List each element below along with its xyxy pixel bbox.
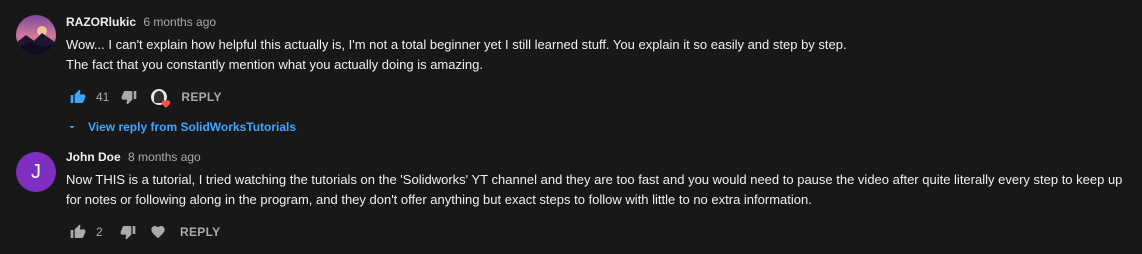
- comment-header: RAZORlukic 6 months ago: [66, 13, 1126, 31]
- heart-button[interactable]: [146, 220, 170, 244]
- like-count: 2: [96, 225, 103, 239]
- comment-actions: 2 REPLY: [66, 216, 1126, 248]
- comment-thread: RAZORlukic 6 months ago Wow... I can't e…: [16, 13, 1126, 135]
- like-button[interactable]: [66, 85, 90, 109]
- heart-icon: [151, 226, 165, 239]
- comment-timestamp[interactable]: 8 months ago: [128, 150, 201, 164]
- caret-down-icon: [69, 126, 75, 129]
- comment-timestamp[interactable]: 6 months ago: [143, 15, 216, 29]
- like-button[interactable]: [66, 220, 90, 244]
- view-replies-button[interactable]: View reply from SolidWorksTutorials: [66, 117, 1126, 137]
- comment-text-line: Wow... I can't explain how helpful this …: [66, 37, 847, 52]
- comment-text-line: The fact that you constantly mention wha…: [66, 57, 483, 72]
- comment-body: RAZORlukic 6 months ago Wow... I can't e…: [66, 13, 1126, 137]
- dislike-button[interactable]: [117, 85, 141, 109]
- comment-text-line: Now THIS is a tutorial, I tried watching…: [66, 172, 1123, 207]
- thumbs-up-icon: [70, 89, 86, 103]
- like-count: 41: [96, 90, 110, 104]
- comment-thread: J John Doe 8 months ago Now THIS is a tu…: [16, 148, 1126, 248]
- author-name[interactable]: John Doe: [66, 150, 121, 164]
- comment-text: Wow... I can't explain how helpful this …: [66, 35, 1126, 75]
- creator-heart-badge[interactable]: [147, 85, 171, 109]
- comment-text: Now THIS is a tutorial, I tried watching…: [66, 170, 1126, 210]
- view-replies-label: View reply from SolidWorksTutorials: [88, 120, 297, 134]
- reply-button[interactable]: REPLY: [180, 225, 220, 239]
- thumbs-up-icon: [70, 224, 86, 238]
- thumbs-down-icon: [120, 226, 136, 240]
- reply-button[interactable]: REPLY: [181, 90, 221, 104]
- comment-actions: 41 REPLY: [66, 81, 1126, 113]
- landscape-avatar-icon: [16, 15, 56, 55]
- comment-body: John Doe 8 months ago Now THIS is a tuto…: [66, 148, 1126, 248]
- avatar-letter: J: [31, 160, 41, 183]
- avatar[interactable]: J: [16, 152, 56, 192]
- dislike-button[interactable]: [116, 220, 140, 244]
- author-name[interactable]: RAZORlukic: [66, 15, 136, 29]
- heart-icon: [162, 100, 171, 108]
- thumbs-down-icon: [122, 91, 137, 105]
- comment-header: John Doe 8 months ago: [66, 148, 1126, 166]
- avatar[interactable]: [16, 15, 56, 55]
